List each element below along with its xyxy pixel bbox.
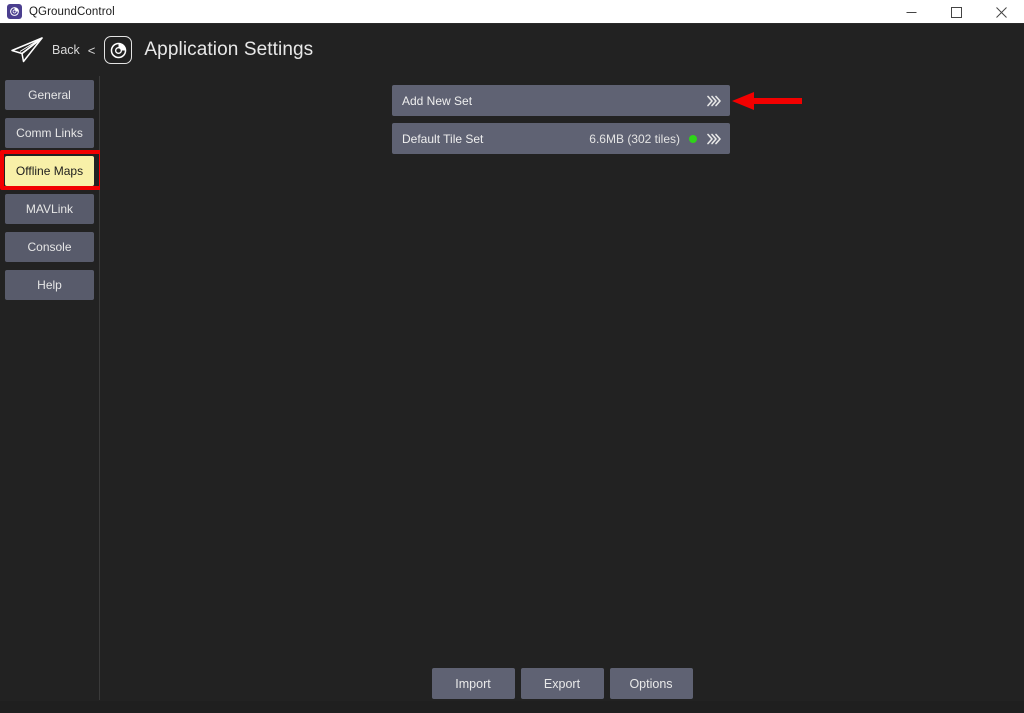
window-title: QGroundControl [29, 6, 115, 18]
sidebar-item-offline-maps[interactable]: Offline Maps [5, 156, 94, 186]
maximize-icon[interactable] [934, 0, 979, 24]
double-chevron-right-icon[interactable] [706, 132, 721, 146]
back-chevron-icon[interactable]: < [88, 43, 96, 58]
annotation-arrow-icon [732, 90, 802, 112]
paper-plane-logo-icon [8, 35, 46, 65]
tileset-size-label: 6.6MB (302 tiles) [589, 132, 680, 146]
sidebar-item-comm-links[interactable]: Comm Links [5, 118, 94, 148]
minimize-icon[interactable] [889, 0, 934, 24]
options-button[interactable]: Options [610, 668, 693, 699]
window-controls [889, 0, 1024, 24]
sidebar-item-help[interactable]: Help [5, 270, 94, 300]
sidebar-item-console[interactable]: Console [5, 232, 94, 262]
sidebar-item-mavlink[interactable]: MAVLink [5, 194, 94, 224]
qgroundcontrol-logo-icon [7, 4, 22, 19]
close-icon[interactable] [979, 0, 1024, 24]
settings-sidebar: General Comm Links Offline Maps MAVLink … [0, 76, 99, 701]
tileset-name: Add New Set [402, 94, 472, 108]
export-button[interactable]: Export [521, 668, 604, 699]
double-chevron-right-icon[interactable] [706, 94, 721, 108]
qgroundcontrol-window: QGroundControl [0, 0, 1024, 713]
tileset-row-default-tile-set[interactable]: Default Tile Set 6.6MB (302 tiles) [392, 123, 730, 154]
tileset-row-add-new-set[interactable]: Add New Set [392, 85, 730, 116]
tileset-name: Default Tile Set [402, 132, 483, 146]
qgc-q-icon [104, 36, 132, 64]
titlebar-left-group: QGroundControl [0, 4, 115, 19]
action-button-bar: Import Export Options [100, 668, 1024, 699]
window-titlebar: QGroundControl [0, 0, 1024, 24]
app-header: Back < Application Settings [0, 24, 1024, 76]
page-title: Application Settings [144, 39, 313, 61]
status-badge [689, 135, 697, 143]
sidebar-item-general[interactable]: General [5, 80, 94, 110]
back-button-label[interactable]: Back [52, 43, 80, 57]
settings-content-pane: Add New Set Default Tile Set 6.6MB (302 … [100, 76, 1024, 701]
window-bottom-edge [0, 701, 1024, 713]
import-button[interactable]: Import [432, 668, 515, 699]
tileset-list: Add New Set Default Tile Set 6.6MB (302 … [392, 85, 730, 161]
